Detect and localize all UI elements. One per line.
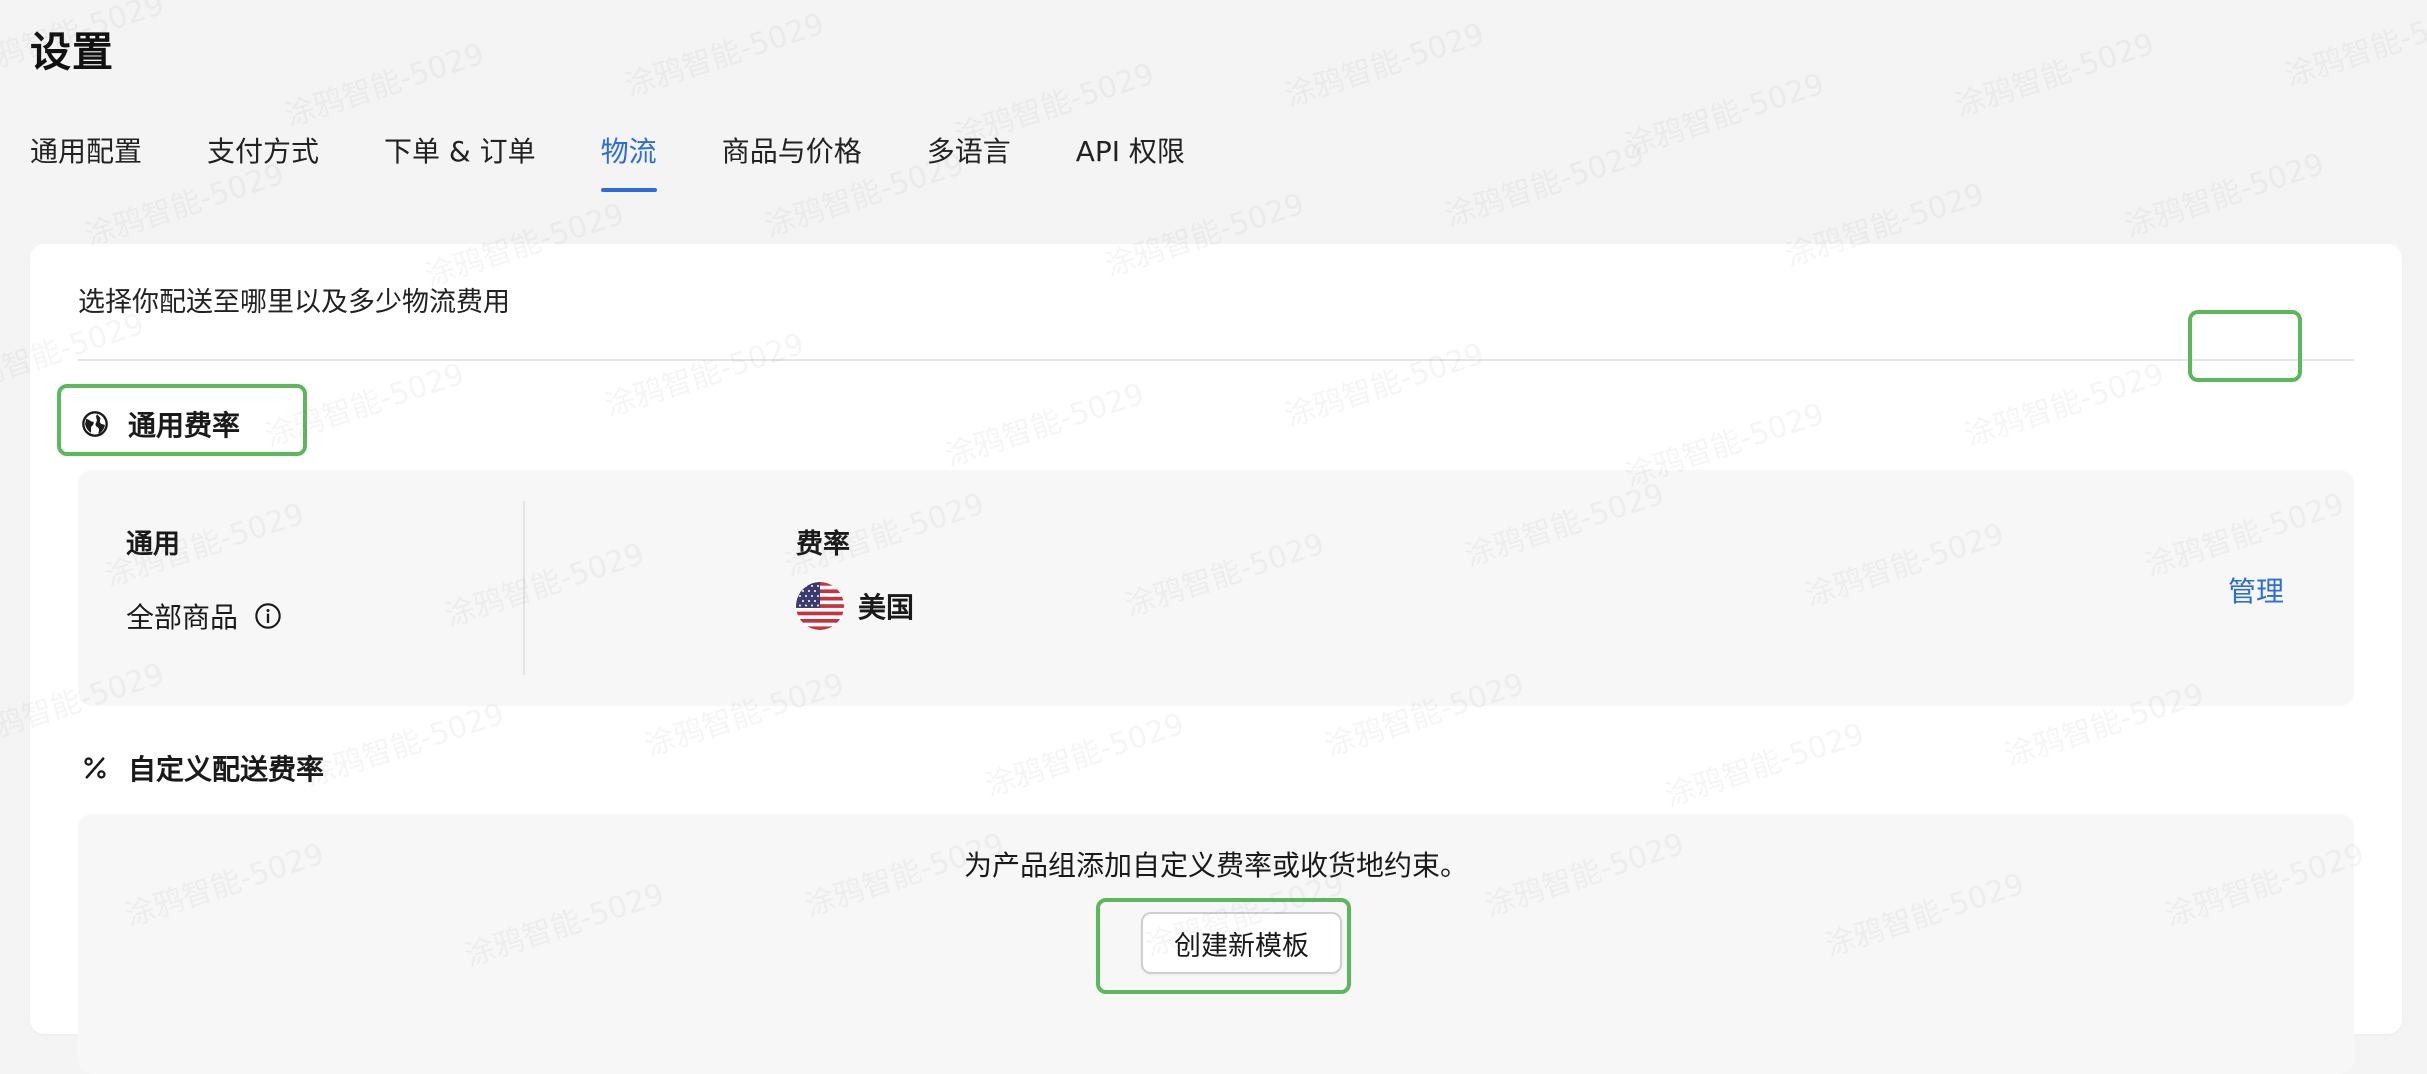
general-column-value: 全部商品 xyxy=(126,596,282,636)
manage-highlight xyxy=(2188,310,2302,382)
column-divider xyxy=(523,501,525,675)
manage-link[interactable]: 管理 xyxy=(2228,570,2284,610)
custom-rate-title: 自定义配送费率 xyxy=(128,753,325,786)
watermark-text: 涂鸦智能-5029 xyxy=(1950,26,2159,124)
tab-api-permissions[interactable]: API 权限 xyxy=(1076,126,1185,198)
watermark-text: 涂鸦智能-5029 xyxy=(1620,66,1829,164)
page-title: 设置 xyxy=(30,28,114,76)
tab-checkout-orders[interactable]: 下单 & 订单 xyxy=(384,126,536,198)
divider xyxy=(78,359,2354,361)
watermark-text: 涂鸦智能-5029 xyxy=(2120,146,2329,244)
general-column-label: 通用 xyxy=(126,529,180,560)
shipping-description: 选择你配送至哪里以及多少物流费用 xyxy=(78,287,510,318)
tab-payment-methods[interactable]: 支付方式 xyxy=(207,126,319,198)
watermark-text: 涂鸦智能-5029 xyxy=(1440,136,1649,234)
watermark-text: 涂鸦智能-5029 xyxy=(2280,0,2427,94)
settings-tabs: 通用配置 支付方式 下单 & 订单 物流 商品与价格 多语言 API 权限 xyxy=(30,126,1250,198)
tab-products-pricing[interactable]: 商品与价格 xyxy=(722,126,862,198)
watermark-text: 涂鸦智能-5029 xyxy=(620,6,829,104)
create-template-highlight xyxy=(1096,898,1351,994)
rate-column-label: 费率 xyxy=(796,529,850,560)
general-rate-panel: 通用 全部商品 费率 美国 管理 xyxy=(78,470,2354,706)
custom-rate-hint: 为产品组添加自定义费率或收货地约束。 xyxy=(963,849,1468,882)
percent-icon xyxy=(80,753,110,783)
info-icon[interactable] xyxy=(254,602,282,630)
us-flag-icon xyxy=(796,582,844,630)
rate-country: 美国 xyxy=(796,582,914,630)
watermark-text: 涂鸦智能-5029 xyxy=(280,36,489,134)
tab-shipping[interactable]: 物流 xyxy=(600,126,657,198)
country-name: 美国 xyxy=(858,591,915,624)
custom-rate-header: 自定义配送费率 xyxy=(80,748,324,788)
general-rate-highlight xyxy=(57,384,307,456)
tab-general-config[interactable]: 通用配置 xyxy=(30,126,142,198)
watermark-text: 涂鸦智能-5029 xyxy=(1280,16,1489,114)
all-products-label: 全部商品 xyxy=(126,601,239,634)
tab-languages[interactable]: 多语言 xyxy=(927,126,1011,198)
